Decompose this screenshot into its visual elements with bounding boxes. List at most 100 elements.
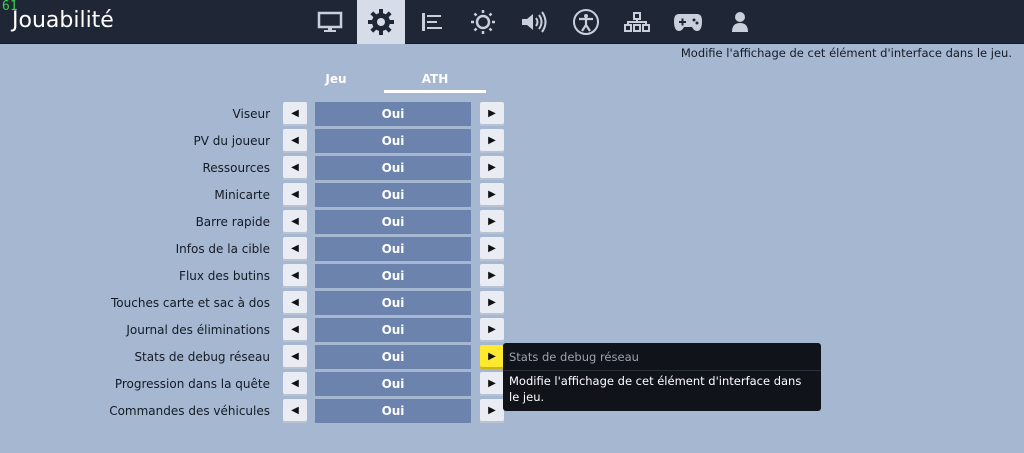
setting-label: Flux des butins bbox=[179, 269, 270, 283]
next-value-button-focused[interactable]: ▶ bbox=[480, 345, 504, 369]
setting-value: Oui bbox=[315, 291, 471, 315]
setting-label: Stats de debug réseau bbox=[134, 350, 270, 364]
setting-label: Minicarte bbox=[214, 188, 270, 202]
arrow-right-icon: ▶ bbox=[488, 108, 496, 119]
tab-audio[interactable] bbox=[510, 0, 558, 44]
previous-value-button[interactable]: ◀ bbox=[283, 318, 307, 342]
fps-counter: 61 bbox=[2, 0, 18, 14]
setting-description: Modifie l'affichage de cet élément d'int… bbox=[680, 46, 1012, 60]
setting-row: Ressources ◀ Oui ▶ bbox=[0, 156, 1024, 180]
setting-label: PV du joueur bbox=[193, 134, 271, 148]
arrow-right-icon: ▶ bbox=[488, 378, 496, 389]
setting-label: Infos de la cible bbox=[175, 242, 270, 256]
next-value-button[interactable]: ▶ bbox=[480, 129, 504, 153]
next-value-button[interactable]: ▶ bbox=[480, 183, 504, 207]
next-value-button[interactable]: ▶ bbox=[480, 102, 504, 126]
gamepad-icon bbox=[674, 14, 702, 31]
next-value-button[interactable]: ▶ bbox=[480, 318, 504, 342]
setting-label: Commandes des véhicules bbox=[109, 404, 270, 418]
arrow-right-icon: ▶ bbox=[488, 351, 496, 362]
arrow-right-icon: ▶ bbox=[488, 243, 496, 254]
arrow-right-icon: ▶ bbox=[488, 270, 496, 281]
next-value-button[interactable]: ▶ bbox=[480, 237, 504, 261]
setting-row: Minicarte ◀ Oui ▶ bbox=[0, 183, 1024, 207]
next-value-button[interactable]: ▶ bbox=[480, 291, 504, 315]
setting-value: Oui bbox=[315, 318, 471, 342]
previous-value-button[interactable]: ◀ bbox=[283, 291, 307, 315]
tooltip: Stats de debug réseau Modifie l'affichag… bbox=[503, 343, 821, 411]
active-subtab-indicator bbox=[384, 90, 486, 93]
arrow-left-icon: ◀ bbox=[291, 378, 299, 389]
arrow-left-icon: ◀ bbox=[291, 135, 299, 146]
previous-value-button[interactable]: ◀ bbox=[283, 399, 307, 423]
arrow-left-icon: ◀ bbox=[291, 297, 299, 308]
arrow-right-icon: ▶ bbox=[488, 405, 496, 416]
speaker-icon bbox=[522, 11, 547, 33]
setting-row: Barre rapide ◀ Oui ▶ bbox=[0, 210, 1024, 234]
setting-value: Oui bbox=[315, 345, 471, 369]
previous-value-button[interactable]: ◀ bbox=[283, 102, 307, 126]
arrow-left-icon: ◀ bbox=[291, 162, 299, 173]
arrow-left-icon: ◀ bbox=[291, 189, 299, 200]
setting-value: Oui bbox=[315, 264, 471, 288]
setting-label: Progression dans la quête bbox=[114, 377, 270, 391]
tooltip-divider bbox=[503, 370, 821, 371]
previous-value-button[interactable]: ◀ bbox=[283, 156, 307, 180]
previous-value-button[interactable]: ◀ bbox=[283, 372, 307, 396]
tab-display[interactable] bbox=[306, 0, 354, 44]
subtab-ath[interactable]: ATH bbox=[384, 71, 486, 87]
next-value-button[interactable]: ▶ bbox=[480, 210, 504, 234]
bars-icon bbox=[422, 13, 442, 31]
setting-value: Oui bbox=[315, 210, 471, 234]
previous-value-button[interactable]: ◀ bbox=[283, 183, 307, 207]
next-value-button[interactable]: ▶ bbox=[480, 156, 504, 180]
setting-row: Viseur ◀ Oui ▶ bbox=[0, 102, 1024, 126]
network-icon bbox=[624, 12, 650, 32]
next-value-button[interactable]: ▶ bbox=[480, 372, 504, 396]
tab-hud-layout[interactable] bbox=[408, 0, 456, 44]
setting-row: Flux des butins ◀ Oui ▶ bbox=[0, 264, 1024, 288]
setting-value: Oui bbox=[315, 129, 471, 153]
previous-value-button[interactable]: ◀ bbox=[283, 129, 307, 153]
page-title: Jouabilité bbox=[12, 8, 114, 33]
tab-network[interactable] bbox=[613, 0, 661, 44]
setting-label: Barre rapide bbox=[195, 215, 270, 229]
next-value-button[interactable]: ▶ bbox=[480, 264, 504, 288]
arrow-right-icon: ▶ bbox=[488, 189, 496, 200]
arrow-right-icon: ▶ bbox=[488, 135, 496, 146]
tab-brightness[interactable] bbox=[459, 0, 507, 44]
tab-account[interactable] bbox=[716, 0, 764, 44]
setting-label: Ressources bbox=[202, 161, 270, 175]
tab-game[interactable] bbox=[357, 0, 405, 44]
arrow-left-icon: ◀ bbox=[291, 324, 299, 335]
arrow-left-icon: ◀ bbox=[291, 216, 299, 227]
previous-value-button[interactable]: ◀ bbox=[283, 264, 307, 288]
arrow-left-icon: ◀ bbox=[291, 270, 299, 281]
arrow-right-icon: ▶ bbox=[488, 297, 496, 308]
arrow-right-icon: ▶ bbox=[488, 324, 496, 335]
brightness-icon bbox=[471, 10, 495, 34]
gear-icon bbox=[368, 9, 394, 35]
previous-value-button[interactable]: ◀ bbox=[283, 345, 307, 369]
tab-accessibility[interactable] bbox=[562, 0, 610, 44]
setting-label: Touches carte et sac à dos bbox=[111, 296, 270, 310]
setting-label: Journal des éliminations bbox=[126, 323, 270, 337]
arrow-left-icon: ◀ bbox=[291, 243, 299, 254]
setting-value: Oui bbox=[315, 237, 471, 261]
arrow-left-icon: ◀ bbox=[291, 405, 299, 416]
setting-row: Infos de la cible ◀ Oui ▶ bbox=[0, 237, 1024, 261]
setting-value: Oui bbox=[315, 183, 471, 207]
subtab-jeu[interactable]: Jeu bbox=[312, 71, 360, 87]
setting-value: Oui bbox=[315, 372, 471, 396]
arrow-left-icon: ◀ bbox=[291, 351, 299, 362]
next-value-button[interactable]: ▶ bbox=[480, 399, 504, 423]
previous-value-button[interactable]: ◀ bbox=[283, 237, 307, 261]
setting-value: Oui bbox=[315, 102, 471, 126]
monitor-icon bbox=[317, 11, 343, 32]
previous-value-button[interactable]: ◀ bbox=[283, 210, 307, 234]
tab-controller[interactable] bbox=[664, 0, 712, 44]
setting-label: Viseur bbox=[232, 107, 270, 121]
account-icon bbox=[732, 12, 748, 32]
arrow-left-icon: ◀ bbox=[291, 108, 299, 119]
top-bar: Jouabilité 61 bbox=[0, 0, 1024, 44]
